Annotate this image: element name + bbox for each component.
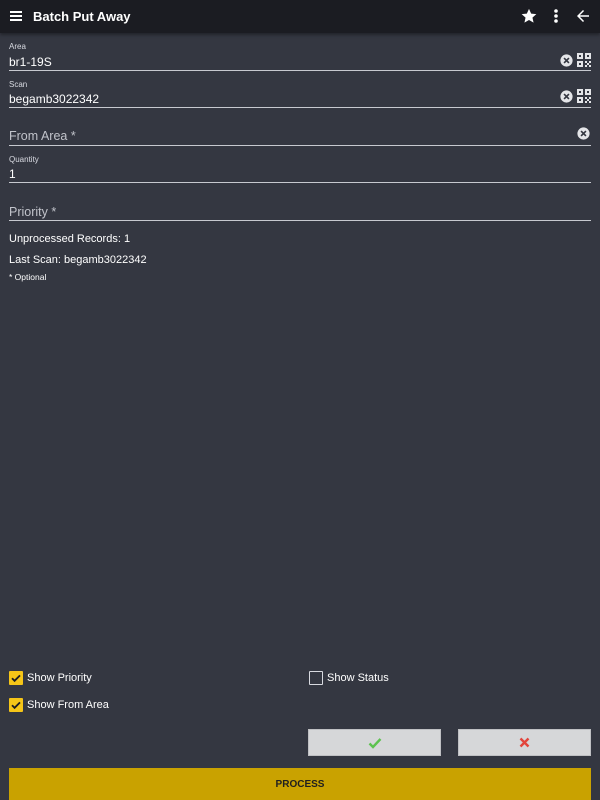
confirm-button[interactable] [308,729,441,756]
area-field[interactable]: Area br1-19S [9,42,591,72]
show-status-checkbox[interactable]: Show Status [309,671,389,685]
qr-code-icon[interactable] [577,53,591,72]
quantity-underline [9,182,591,183]
page-title: Batch Put Away [33,9,131,24]
cancel-button[interactable] [458,729,591,756]
x-icon [519,737,530,748]
checkbox-checked[interactable] [9,671,23,685]
clear-icon[interactable] [577,127,590,145]
area-input[interactable]: br1-19S [9,55,52,69]
from-area-label[interactable]: From Area * [9,129,76,143]
area-label: Area [9,42,26,51]
from-area-underline [9,145,591,146]
quantity-input[interactable]: 1 [9,167,16,181]
checkmark-icon [11,701,21,710]
show-priority-label: Show Priority [27,672,92,684]
quantity-field[interactable]: Quantity 1 [9,155,591,185]
quantity-label: Quantity [9,155,39,164]
checkbox-unchecked[interactable] [309,671,323,685]
scan-field[interactable]: Scan begamb3022342 [9,80,591,110]
priority-label[interactable]: Priority * [9,205,56,219]
clear-icon[interactable] [560,90,573,108]
app-bar: Batch Put Away [0,0,600,33]
qr-code-icon[interactable] [577,89,591,108]
show-status-label: Show Status [327,672,389,684]
checkmark-icon [368,737,381,749]
checkbox-checked[interactable] [9,698,23,712]
area-underline [9,70,591,71]
show-from-area-label: Show From Area [27,699,109,711]
show-priority-checkbox[interactable]: Show Priority [9,671,92,685]
scan-input[interactable]: begamb3022342 [9,92,99,106]
more-vert-icon[interactable] [548,7,564,25]
scan-underline [9,107,591,108]
priority-underline [9,220,591,221]
show-from-area-checkbox[interactable]: Show From Area [9,698,109,712]
process-button[interactable]: PROCESS [9,768,591,800]
hamburger-menu-icon[interactable] [8,7,26,25]
optional-note: * Optional [9,272,47,282]
from-area-field[interactable]: From Area * [9,124,591,148]
last-scan-text: Last Scan: begamb3022342 [9,254,147,266]
star-icon[interactable] [520,7,538,25]
checkmark-icon [11,674,21,683]
scan-label: Scan [9,80,28,89]
arrow-back-icon[interactable] [574,7,592,25]
unprocessed-records-text: Unprocessed Records: 1 [9,233,131,245]
clear-icon[interactable] [560,54,573,72]
priority-field[interactable]: Priority * [9,200,591,224]
